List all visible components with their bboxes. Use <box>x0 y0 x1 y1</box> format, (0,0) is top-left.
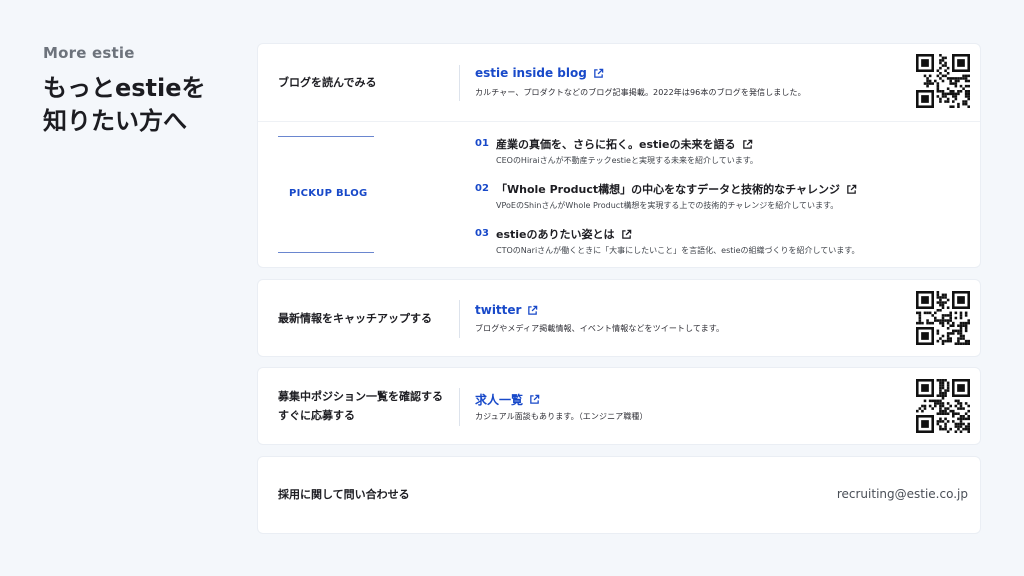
divider <box>459 300 460 338</box>
intro-section: More estie もっとestieを 知りたい方へ <box>43 44 243 138</box>
pickup-label: PICKUP BLOG <box>289 188 368 199</box>
twitter-label: 最新情報をキャッチアップする <box>278 312 432 325</box>
page-title-line2: 知りたい方へ <box>43 107 187 135</box>
blog-link-label: estie inside blog <box>475 66 587 80</box>
blog-label: ブログを読んでみる <box>278 76 377 89</box>
blog-link[interactable]: estie inside blog <box>475 66 604 80</box>
page-title-line1: もっとestieを <box>43 74 206 102</box>
blog-item-number: 01 <box>475 138 489 149</box>
qr-code-icon[interactable] <box>916 379 970 433</box>
twitter-card: 最新情報をキャッチアップする twitter ブログやメディア掲載情報、イベント… <box>257 279 981 357</box>
pickup-rule-top <box>278 136 374 137</box>
twitter-description: ブログやメディア掲載情報、イベント情報などをツイートしてます。 <box>475 324 725 333</box>
blog-item-summary: CEOのHiraiさんが不動産テックestieと実現する未来を紹介しています。 <box>496 156 758 165</box>
eyebrow-text: More estie <box>43 44 135 62</box>
contact-card: 採用に関して問い合わせる recruiting@estie.co.jp <box>257 456 981 534</box>
blog-card: ブログを読んでみる estie inside blog カルチャー、プロダクトな… <box>257 43 981 268</box>
divider <box>258 121 980 122</box>
blog-item-title: 産業の真価を、さらに拓く。estieの未来を語る <box>496 138 736 151</box>
external-link-icon <box>594 68 604 78</box>
qr-code-icon[interactable] <box>916 54 970 108</box>
jobs-link[interactable]: 求人一覧 <box>475 391 540 408</box>
blog-item-link-2[interactable]: 「Whole Product構想」の中心をなすデータと技術的なチャレンジ <box>496 181 857 197</box>
contact-label: 採用に関して問い合わせる <box>278 488 410 501</box>
blog-item-summary: VPoEのShinさんがWhole Product構想を実現する上での技術的チャ… <box>496 201 839 210</box>
blog-item-title: estieのありたい姿とは <box>496 228 615 241</box>
jobs-description: カジュアル面談もあります。（エンジニア職種） <box>475 412 648 421</box>
contact-email-link[interactable]: recruiting@estie.co.jp <box>837 487 968 501</box>
jobs-link-label: 求人一覧 <box>475 393 524 407</box>
divider <box>459 65 460 101</box>
external-link-icon <box>621 229 631 239</box>
external-link-icon <box>528 305 538 315</box>
divider <box>459 388 460 426</box>
pickup-rule-bottom <box>278 252 374 253</box>
external-link-icon <box>847 184 857 194</box>
blog-item-link-3[interactable]: estieのありたい姿とは <box>496 226 632 242</box>
twitter-link-label: twitter <box>475 303 522 317</box>
qr-code-icon[interactable] <box>916 291 970 345</box>
blog-item-number: 03 <box>475 228 489 239</box>
external-link-icon <box>742 139 752 149</box>
blog-description: カルチャー、プロダクトなどのブログ記事掲載。2022年は96本のブログを発信しま… <box>475 88 806 97</box>
blog-item-link-1[interactable]: 産業の真価を、さらに拓く。estieの未来を語る <box>496 136 753 152</box>
twitter-link[interactable]: twitter <box>475 303 538 317</box>
jobs-label-line2: すぐに応募する <box>278 409 355 422</box>
external-link-icon <box>530 394 540 404</box>
jobs-card: 募集中ポジション一覧を確認する すぐに応募する 求人一覧 カジュアル面談もありま… <box>257 367 981 445</box>
blog-item-title: 「Whole Product構想」の中心をなすデータと技術的なチャレンジ <box>496 183 840 196</box>
blog-item-summary: CTOのNariさんが働くときに「大事にしたいこと」を言語化、estieの組織づ… <box>496 246 860 255</box>
jobs-label-line1: 募集中ポジション一覧を確認する <box>278 390 443 403</box>
page-title: もっとestieを 知りたい方へ <box>43 72 243 138</box>
blog-item-number: 02 <box>475 183 489 194</box>
